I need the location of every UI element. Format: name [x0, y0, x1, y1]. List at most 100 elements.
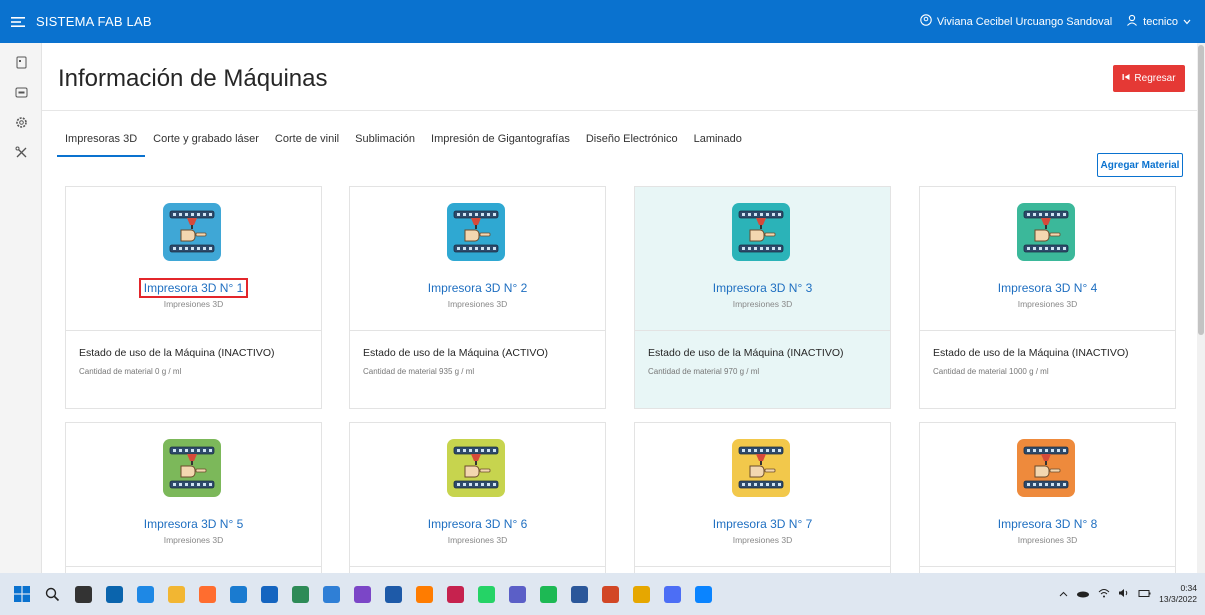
machine-quantity: Cantidad de material 970 g / ml: [648, 367, 760, 376]
person-icon: [1126, 14, 1138, 29]
machine-name[interactable]: Impresora 3D N° 1: [66, 278, 321, 298]
chevron-up-icon[interactable]: [1059, 589, 1068, 599]
machine-category: Impresiones 3D: [163, 299, 224, 309]
onedrive-icon[interactable]: [101, 581, 128, 608]
taskbar-app-glyph: [416, 585, 433, 603]
volume-icon[interactable]: [1118, 588, 1130, 600]
machine-card[interactable]: Impresora 3D N° 3 Impresiones 3D Estado de…: [634, 186, 891, 409]
app-icon[interactable]: [628, 581, 655, 608]
file-explorer-icon[interactable]: [163, 581, 190, 608]
edge-icon[interactable]: [132, 581, 159, 608]
machine-name-text: Impresora 3D N° 5: [143, 517, 244, 531]
app-icon[interactable]: [225, 581, 252, 608]
taskbar-app-glyph: [323, 585, 340, 603]
app-title[interactable]: SISTEMA FAB LAB: [36, 14, 152, 29]
app-icon[interactable]: [659, 581, 686, 608]
side-rail: [0, 43, 42, 573]
spotify-icon[interactable]: [535, 581, 562, 608]
taskbar-app-glyph: [478, 585, 495, 603]
machine-grid: Impresora 3D N° 1 Impresiones 3D Estado de…: [49, 170, 1190, 573]
illustrator-icon[interactable]: [411, 581, 438, 608]
firefox-icon[interactable]: [194, 581, 221, 608]
app-icon[interactable]: [256, 581, 283, 608]
machine-category: Impresiones 3D: [1017, 535, 1078, 545]
gear-icon[interactable]: [0, 107, 42, 137]
card-icon[interactable]: [0, 77, 42, 107]
tab-impresoras-3d[interactable]: Impresoras 3D: [57, 125, 146, 157]
task-view-icon[interactable]: [70, 581, 97, 608]
vscode-icon[interactable]: [318, 581, 345, 608]
taskbar-app-glyph: [571, 585, 588, 603]
tab-diseno-electronico[interactable]: Diseño Electrónico: [578, 125, 686, 155]
machine-category: Impresiones 3D: [163, 535, 224, 545]
machine-card[interactable]: Impresora 3D N° 7 Impresiones 3D: [634, 422, 891, 573]
tab-gigantografias[interactable]: Impresión de Gigantografías: [423, 125, 578, 155]
taskbar: 0:34 13/3/2022: [0, 573, 1205, 615]
machine-card[interactable]: Impresora 3D N° 8 Impresiones 3D: [919, 422, 1176, 573]
tab-corte-de-vinil[interactable]: Corte de vinil: [267, 125, 347, 155]
back-label: Regresar: [1134, 73, 1176, 84]
tab-corte-grabado-laser[interactable]: Corte y grabado láser: [145, 125, 267, 155]
visual-studio-icon[interactable]: [349, 581, 376, 608]
machine-name[interactable]: Impresora 3D N° 4: [920, 281, 1175, 295]
tab-laminado[interactable]: Laminado: [686, 125, 750, 155]
back-button[interactable]: Regresar: [1113, 65, 1185, 92]
3d-printer-icon: [163, 203, 221, 261]
machine-category: Impresiones 3D: [732, 299, 793, 309]
machine-card[interactable]: Impresora 3D N° 5 Impresiones 3D: [65, 422, 322, 573]
tools-icon[interactable]: [0, 137, 42, 167]
machine-name[interactable]: Impresora 3D N° 8: [920, 517, 1175, 531]
machine-name[interactable]: Impresora 3D N° 6: [350, 517, 605, 531]
3d-printer-icon: [163, 439, 221, 497]
taskbar-app-glyph: [540, 585, 557, 603]
clock-time: 0:34: [1180, 583, 1197, 593]
taskbar-app-glyph: [447, 585, 464, 603]
machine-card-header: Impresora 3D N° 2 Impresiones 3D: [350, 187, 605, 331]
app-icon[interactable]: [442, 581, 469, 608]
taskbar-app-glyph: [261, 585, 278, 603]
taskbar-app-glyph: [199, 585, 216, 603]
taskbar-app-glyph: [106, 585, 123, 603]
taskbar-app-glyph: [230, 585, 247, 603]
machine-name[interactable]: Impresora 3D N° 7: [635, 517, 890, 531]
user-menu[interactable]: Viviana Cecibel Urcuango Sandoval: [920, 14, 1112, 29]
wifi-icon[interactable]: [1098, 588, 1110, 600]
app-icon[interactable]: [690, 581, 717, 608]
machine-card-header: Impresora 3D N° 8 Impresiones 3D: [920, 423, 1175, 567]
tab-sublimacion[interactable]: Sublimación: [347, 125, 423, 155]
machine-card-header: Impresora 3D N° 4 Impresiones 3D: [920, 187, 1175, 331]
word-icon[interactable]: [566, 581, 593, 608]
machine-name[interactable]: Impresora 3D N° 3: [635, 281, 890, 295]
whatsapp-icon[interactable]: [473, 581, 500, 608]
battery-icon[interactable]: [1138, 589, 1151, 600]
3d-printer-icon: [447, 203, 505, 261]
machine-card-header: Impresora 3D N° 6 Impresiones 3D: [350, 423, 605, 567]
search-icon[interactable]: [39, 581, 66, 608]
teams-icon[interactable]: [504, 581, 531, 608]
role-menu[interactable]: tecnico: [1126, 14, 1191, 29]
app-icon[interactable]: [287, 581, 314, 608]
machine-card[interactable]: Impresora 3D N° 6 Impresiones 3D: [349, 422, 606, 573]
clock-date: 13/3/2022: [1159, 594, 1197, 604]
machine-category: Impresiones 3D: [1017, 299, 1078, 309]
taskbar-app-glyph: [292, 585, 309, 603]
taskbar-app-glyph: [385, 585, 402, 603]
machine-name[interactable]: Impresora 3D N° 5: [66, 517, 321, 531]
document-icon[interactable]: [0, 47, 42, 77]
app-icon[interactable]: [597, 581, 624, 608]
menu-icon[interactable]: [0, 0, 36, 43]
scrollbar-thumb[interactable]: [1198, 45, 1204, 335]
machine-card[interactable]: Impresora 3D N° 1 Impresiones 3D Estado de…: [65, 186, 322, 409]
3d-printer-icon: [732, 439, 790, 497]
windows-start-icon[interactable]: [8, 581, 35, 608]
cloud-icon[interactable]: [1076, 589, 1090, 600]
machine-card[interactable]: Impresora 3D N° 2 Impresiones 3D Estado de…: [349, 186, 606, 409]
machine-name[interactable]: Impresora 3D N° 2: [350, 281, 605, 295]
machine-card-header: Impresora 3D N° 3 Impresiones 3D: [635, 187, 890, 331]
clock[interactable]: 0:34 13/3/2022: [1159, 583, 1197, 605]
machine-quantity: Cantidad de material 935 g / ml: [363, 367, 475, 376]
role-label: tecnico: [1143, 15, 1178, 28]
machine-card[interactable]: Impresora 3D N° 4 Impresiones 3D Estado de…: [919, 186, 1176, 409]
page-scrollbar[interactable]: [1197, 43, 1205, 573]
app-icon[interactable]: [380, 581, 407, 608]
